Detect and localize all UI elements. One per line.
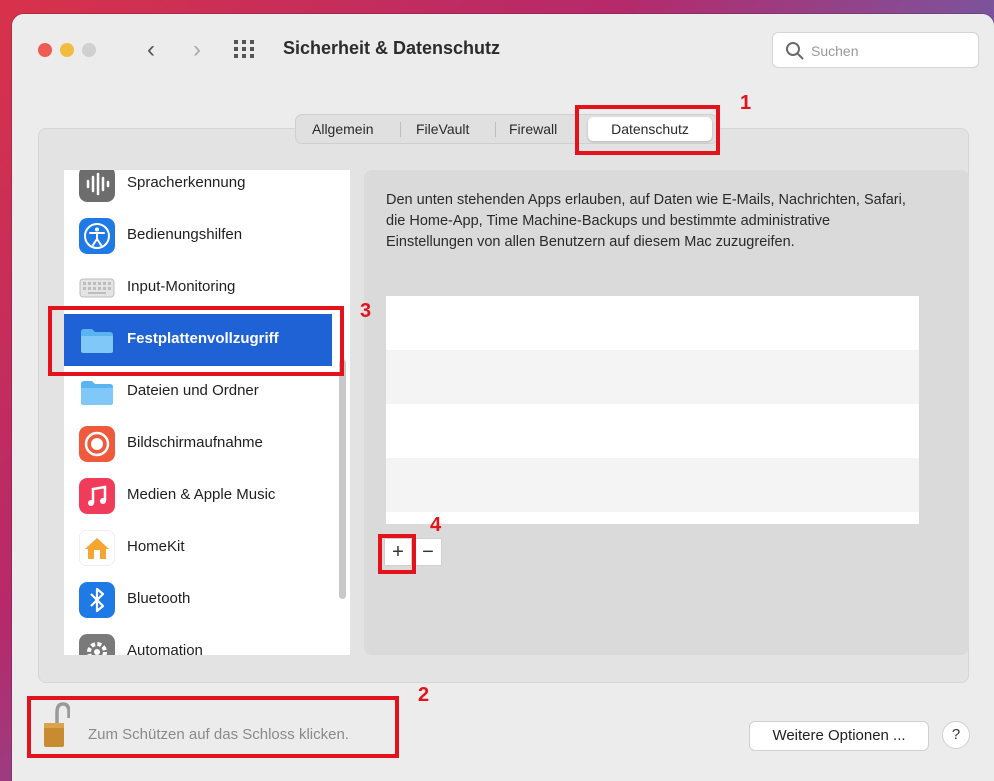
tab-separator: [400, 122, 401, 137]
accessibility-icon: [79, 218, 115, 254]
sidebar-item-bluetooth[interactable]: Bluetooth: [64, 574, 350, 626]
sidebar-item-medien-apple-music[interactable]: Medien & Apple Music: [64, 470, 350, 522]
sidebar-item-label: HomeKit: [127, 538, 185, 555]
list-item[interactable]: [386, 404, 919, 458]
back-button[interactable]: ‹: [137, 36, 165, 64]
annotation-number-1: 1: [740, 92, 752, 114]
keyboard-icon: [79, 278, 115, 298]
home-icon: [79, 530, 115, 566]
bluetooth-icon: [79, 582, 115, 618]
list-item[interactable]: [386, 296, 919, 350]
permission-description: Den unten stehenden Apps erlauben, auf D…: [386, 192, 906, 250]
sidebar-item-label: Bluetooth: [127, 590, 191, 607]
annotation-box-2: [27, 696, 399, 758]
remove-app-button[interactable]: −: [414, 538, 442, 566]
window-title: Sicherheit & Datenschutz: [283, 38, 501, 58]
annotation-box-4: [378, 534, 416, 574]
search-field[interactable]: Suchen: [772, 32, 979, 68]
list-item[interactable]: [386, 458, 919, 512]
sidebar-item-automation[interactable]: Automation: [64, 626, 350, 655]
sidebar-item-label: Input-Monitoring: [127, 278, 236, 295]
show-all-grid-icon[interactable]: [234, 40, 258, 60]
annotation-box-3: [48, 306, 344, 376]
preferences-window: ‹ › Sicherheit & Datenschutz Suchen Allg…: [12, 14, 994, 781]
zoom-button[interactable]: [82, 43, 96, 57]
search-placeholder: Suchen: [811, 43, 859, 59]
minimize-button[interactable]: [60, 43, 74, 57]
music-note-icon: [79, 478, 115, 514]
annotation-number-3: 3: [360, 300, 372, 322]
tab-separator: [495, 122, 496, 137]
sidebar-item-label: Automation: [127, 642, 203, 655]
sidebar-item-spracherkennung[interactable]: Spracherkennung: [64, 170, 350, 210]
screen-record-icon: [79, 426, 115, 462]
tab-firewall[interactable]: Firewall: [509, 115, 557, 143]
sidebar-item-bildschirmaufnahme[interactable]: Bildschirmaufnahme: [64, 418, 350, 470]
annotation-number-4: 4: [430, 514, 442, 536]
sidebar-item-homekit[interactable]: HomeKit: [64, 522, 350, 574]
annotation-box-1: [575, 105, 720, 155]
forward-button[interactable]: ›: [183, 36, 211, 64]
sidebar-item-bedienungshilfen[interactable]: Bedienungshilfen: [64, 210, 350, 262]
help-button[interactable]: ?: [942, 721, 970, 749]
tab-allgemein[interactable]: Allgemein: [312, 115, 373, 143]
sidebar-item-label: Dateien und Ordner: [127, 382, 259, 399]
more-options-button[interactable]: Weitere Optionen ...: [749, 721, 929, 751]
list-item[interactable]: [386, 350, 919, 404]
sidebar-item-label: Medien & Apple Music: [127, 486, 276, 503]
annotation-number-2: 2: [418, 684, 430, 706]
privacy-category-list: Spracherkennung Bedienungshilfen Input-M…: [64, 170, 350, 655]
close-button[interactable]: [38, 43, 52, 57]
tab-filevault[interactable]: FileVault: [416, 115, 469, 143]
sidebar-item-label: Bedienungshilfen: [127, 226, 243, 243]
app-list[interactable]: [386, 296, 919, 524]
folder-icon: [81, 381, 113, 405]
sidebar-scrollbar[interactable]: [339, 359, 346, 599]
title-bar: ‹ › Sicherheit & Datenschutz Suchen: [12, 14, 994, 88]
gear-icon: [79, 634, 115, 655]
sidebar-item-label: Spracherkennung: [127, 174, 246, 191]
waveform-icon: [79, 170, 115, 202]
sidebar-item-label: Bildschirmaufnahme: [127, 434, 263, 451]
search-icon: [786, 42, 804, 60]
